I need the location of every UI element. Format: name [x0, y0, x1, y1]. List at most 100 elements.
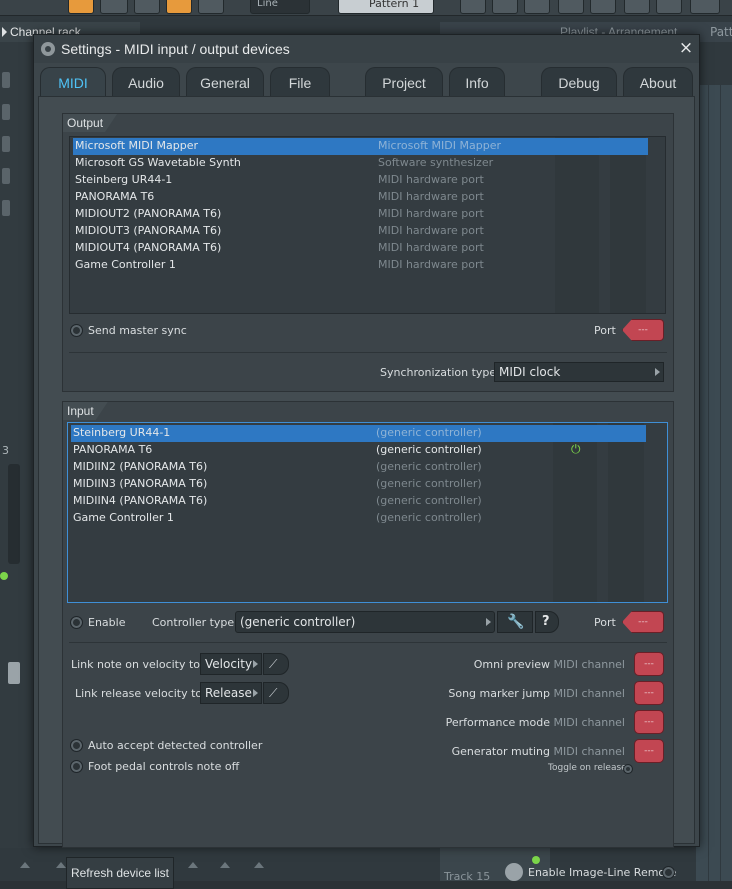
track-led[interactable] — [532, 856, 540, 864]
output-device-row[interactable]: Steinberg UR44-1 MIDI hardware port — [73, 172, 648, 189]
input-device-row[interactable]: PANORAMA T6 (generic controller) ⏻ — [71, 442, 646, 459]
device-name: Microsoft MIDI Mapper — [75, 139, 198, 152]
arrow-up-icon[interactable] — [188, 862, 198, 868]
enable-toggle[interactable] — [70, 616, 83, 629]
toolbar-icon-3[interactable] — [524, 0, 550, 14]
input-port-knob[interactable]: --- — [622, 611, 664, 633]
channel-key[interactable] — [2, 136, 10, 152]
performance-mode-channel-knob[interactable]: --- — [634, 710, 664, 734]
channel-key[interactable] — [2, 168, 10, 184]
output-device-row[interactable]: Microsoft MIDI Mapper Microsoft MIDI Map… — [73, 138, 648, 155]
power-on-icon[interactable]: ⏻ — [571, 443, 581, 456]
input-device-row[interactable]: MIDIIN4 (PANORAMA T6) (generic controlle… — [71, 493, 646, 510]
dialog-title-bar[interactable]: Settings - MIDI input / output devices × — [34, 35, 699, 63]
arrow-up-icon[interactable] — [220, 862, 230, 868]
settings-dialog: Settings - MIDI input / output devices ×… — [33, 34, 700, 889]
disk-icon[interactable] — [198, 0, 224, 14]
record-button[interactable] — [68, 0, 94, 14]
line-select[interactable]: Line — [250, 0, 310, 14]
toolbar-icon-7[interactable] — [656, 0, 682, 14]
toolbar-icon-5[interactable] — [590, 0, 616, 14]
send-master-sync-toggle[interactable] — [70, 324, 83, 337]
tab-about[interactable]: About — [623, 67, 693, 97]
generator-muting-label: Generator muting — [451, 745, 551, 758]
input-device-row[interactable]: Steinberg UR44-1 (generic controller) — [71, 425, 646, 442]
grid-line — [708, 85, 709, 881]
tab-debug[interactable]: Debug — [541, 67, 617, 97]
song-marker-jump-channel-knob[interactable]: --- — [634, 681, 664, 705]
refresh-device-list-button[interactable]: Refresh device list — [66, 857, 174, 889]
controller-type-select[interactable]: (generic controller) — [235, 611, 495, 633]
link-release-velocity-button[interactable]: ⟋ — [263, 682, 289, 704]
toggle-on-release-toggle[interactable] — [623, 764, 633, 774]
close-button[interactable]: × — [678, 39, 694, 57]
device-type: (generic controller) — [376, 460, 482, 473]
settings-gear-icon — [41, 42, 55, 56]
device-name: MIDIIN3 (PANORAMA T6) — [73, 477, 208, 490]
song-marker-jump-row: Song marker jump MIDI channel — [448, 687, 625, 700]
sync-type-select[interactable]: MIDI clock — [494, 362, 664, 382]
auto-accept-toggle[interactable] — [70, 739, 83, 752]
enable-remote-toggle[interactable] — [662, 866, 675, 879]
output-port-knob[interactable]: --- — [622, 319, 664, 341]
input-device-list[interactable]: Steinberg UR44-1 (generic controller) PA… — [67, 422, 668, 603]
help-button[interactable]: ? — [535, 611, 559, 633]
auto-accept-label: Auto accept detected controller — [88, 739, 263, 752]
omni-preview-channel-knob[interactable]: --- — [634, 652, 664, 676]
arrow-up-icon[interactable] — [20, 862, 30, 868]
output-device-row[interactable]: Microsoft GS Wavetable Synth Software sy… — [73, 155, 648, 172]
link-note-velocity-button[interactable]: ⟋ — [263, 653, 289, 675]
playlist-grid[interactable] — [696, 85, 732, 881]
pattern-select[interactable]: Pattern 1 — [338, 0, 434, 14]
output-device-row[interactable]: MIDIOUT3 (PANORAMA T6) MIDI hardware por… — [73, 223, 648, 240]
generator-muting-channel-knob[interactable]: --- — [634, 739, 664, 763]
channel-slider[interactable] — [8, 464, 20, 564]
channel-key[interactable] — [2, 104, 10, 120]
foot-pedal-toggle[interactable] — [70, 760, 83, 773]
arrow-up-icon[interactable] — [56, 862, 66, 868]
link-curve-icon: ⟋ — [269, 657, 278, 671]
play-button[interactable] — [100, 0, 128, 14]
device-name: Game Controller 1 — [75, 258, 176, 271]
tab-info[interactable]: Info — [449, 67, 505, 97]
channel-number: 3 — [2, 444, 9, 457]
channel-key[interactable] — [2, 200, 10, 216]
output-device-row[interactable]: Game Controller 1 MIDI hardware port — [73, 257, 648, 274]
input-device-row[interactable]: MIDIIN2 (PANORAMA T6) (generic controlle… — [71, 459, 646, 476]
tab-file[interactable]: File — [270, 67, 330, 97]
input-device-row[interactable]: MIDIIN3 (PANORAMA T6) (generic controlle… — [71, 476, 646, 493]
midi-settings-panel: Output Microsoft MIDI Mapper Microsoft M… — [38, 96, 695, 889]
toolbar-icon-2[interactable] — [492, 0, 518, 14]
tab-general[interactable]: General — [186, 67, 264, 97]
toolbar-icon-8[interactable] — [690, 0, 720, 14]
channel-led[interactable] — [0, 572, 8, 580]
device-type: MIDI hardware port — [378, 190, 484, 203]
input-section: Input Steinberg UR44-1 (generic controll… — [62, 401, 674, 848]
tab-midi[interactable]: MIDI — [40, 67, 106, 97]
toolbar-icon-4[interactable] — [558, 0, 584, 14]
toolbar-icon-6[interactable] — [624, 0, 650, 14]
draw-tool-button[interactable] — [166, 0, 192, 14]
toolbar-icon-1[interactable] — [460, 0, 486, 14]
channel-key[interactable] — [2, 72, 10, 88]
link-release-velocity-select[interactable]: Release — [200, 682, 262, 704]
link-note-velocity-value: Velocity — [205, 657, 253, 671]
device-type: MIDI hardware port — [378, 258, 484, 271]
device-type: MIDI hardware port — [378, 173, 484, 186]
song-marker-jump-label: Song marker jump — [448, 687, 551, 700]
output-device-row[interactable]: MIDIOUT2 (PANORAMA T6) MIDI hardware por… — [73, 206, 648, 223]
output-device-row[interactable]: MIDIOUT4 (PANORAMA T6) MIDI hardware por… — [73, 240, 648, 257]
link-note-velocity-select[interactable]: Velocity — [200, 653, 262, 675]
controller-search-button[interactable]: 🔧 — [497, 611, 533, 633]
tab-audio[interactable]: Audio — [112, 67, 180, 97]
tab-project[interactable]: Project — [365, 67, 443, 97]
sync-type-value: MIDI clock — [499, 365, 561, 379]
tool-button[interactable] — [134, 0, 160, 14]
output-device-row[interactable]: PANORAMA T6 MIDI hardware port — [73, 189, 648, 206]
output-device-list[interactable]: Microsoft MIDI Mapper Microsoft MIDI Map… — [69, 136, 666, 314]
playlist-suffix: Patt — [710, 25, 732, 39]
output-port-label: Port — [594, 324, 616, 337]
mixer-fader[interactable] — [8, 662, 20, 684]
arrow-up-icon[interactable] — [254, 862, 264, 868]
input-device-row[interactable]: Game Controller 1 (generic controller) — [71, 510, 646, 527]
